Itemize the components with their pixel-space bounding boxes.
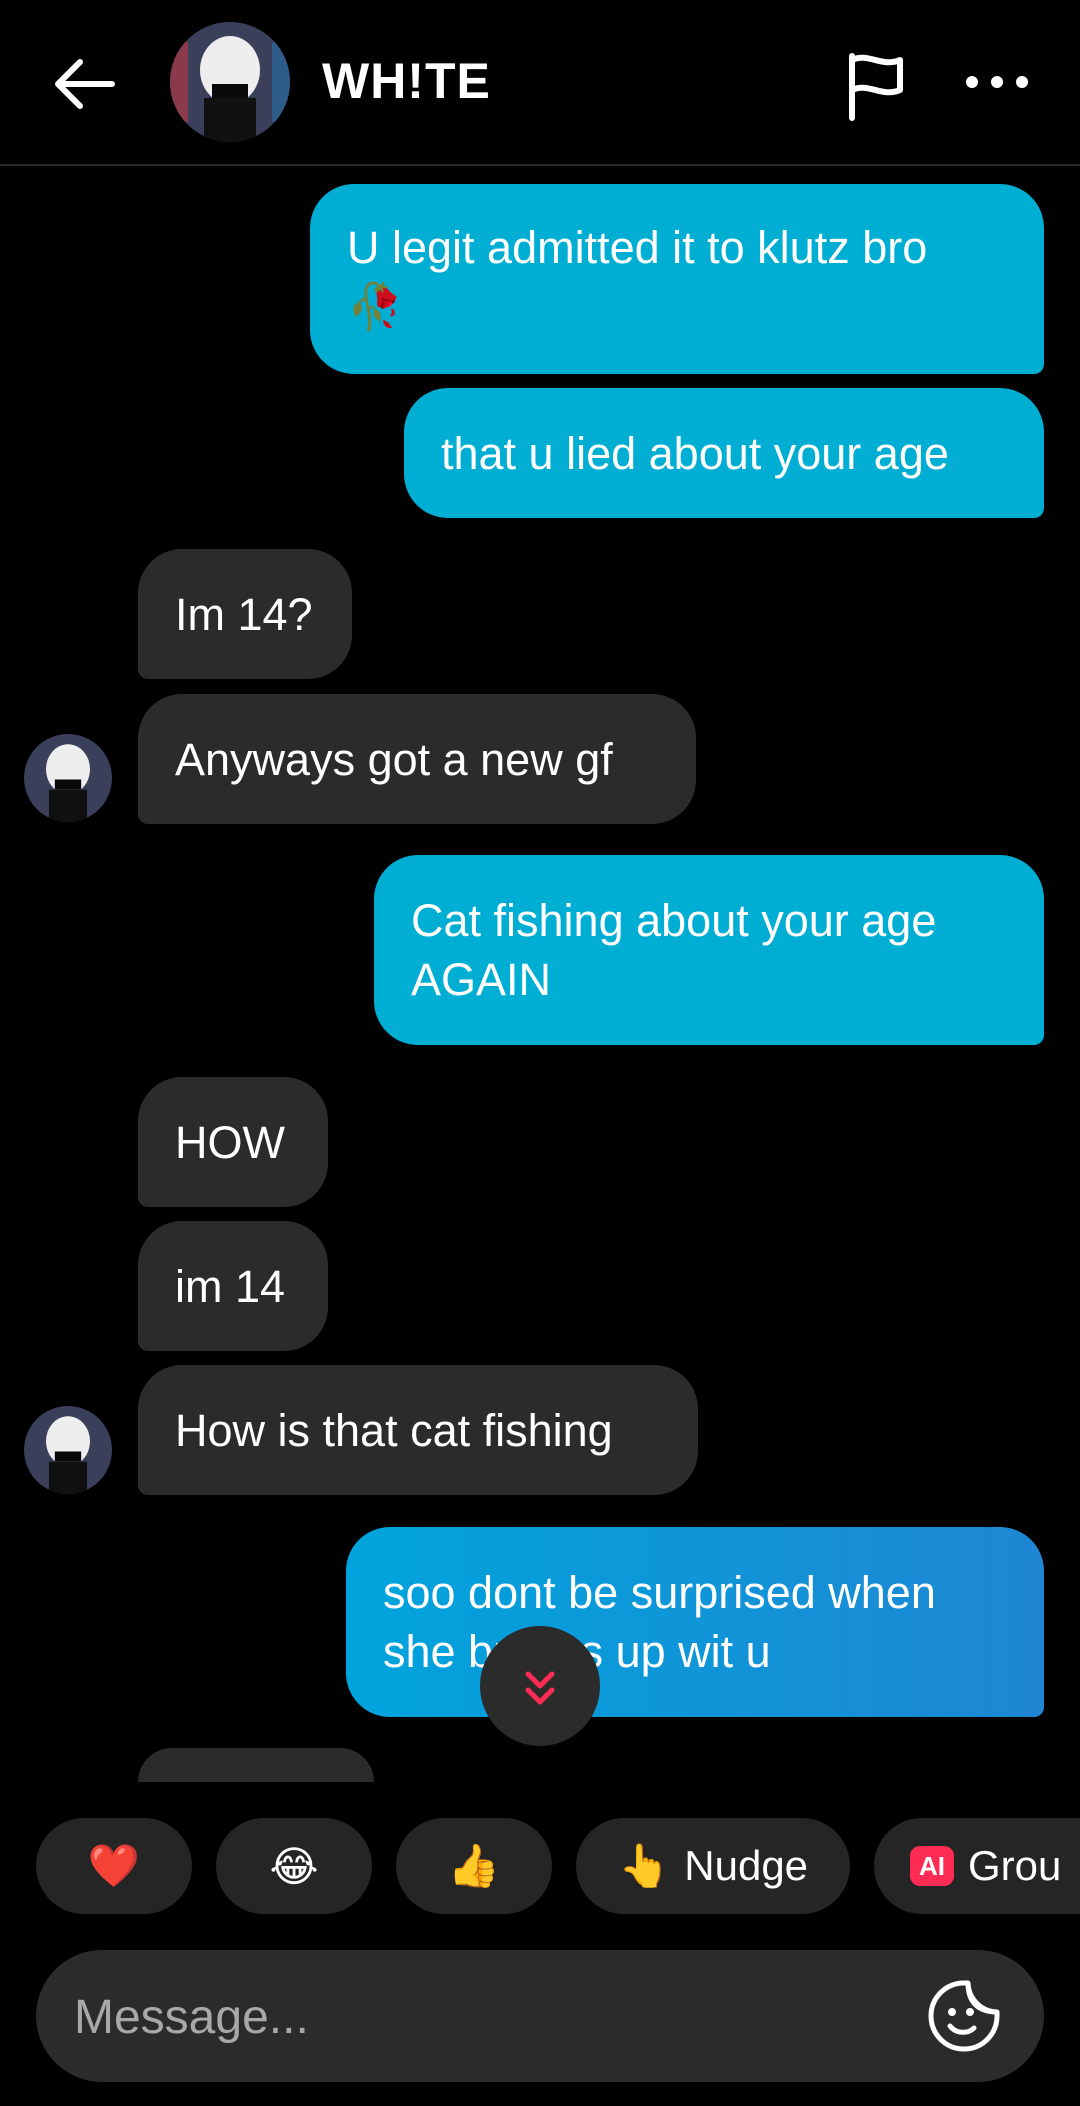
message-text: Anyways got a new gf: [175, 734, 613, 785]
message-bubble-incoming[interactable]: Im 14?: [138, 549, 352, 679]
message-bubble-outgoing[interactable]: soo dont be surprised when she breaks up…: [346, 1527, 1044, 1717]
laughing-face-icon: 😂: [269, 1842, 319, 1890]
wilted-rose-emoji: 🥀: [347, 281, 404, 332]
reaction-thumbs-up-button[interactable]: 👍: [396, 1818, 552, 1914]
back-arrow-icon[interactable]: [48, 48, 120, 120]
chat-header: WH!TE: [0, 0, 1080, 166]
message-text: U legit admitted it to klutz bro: [347, 222, 928, 273]
message-input[interactable]: [72, 1980, 896, 2054]
avatar[interactable]: [170, 22, 290, 142]
ai-group-button[interactable]: AI Grou: [874, 1818, 1080, 1914]
message-bubble-outgoing[interactable]: that u lied about your age: [404, 388, 1044, 518]
message-bubble-outgoing[interactable]: Cat fishing about your age AGAIN: [374, 855, 1044, 1045]
message-bubble-incoming[interactable]: im 14: [138, 1221, 328, 1351]
message-text: soo dont be surprised when: [383, 1567, 936, 1618]
more-icon[interactable]: [962, 58, 1032, 106]
sticker-icon[interactable]: [926, 1978, 1002, 2054]
message-bubble-outgoing[interactable]: U legit admitted it to klutz bro 🥀: [310, 184, 1044, 374]
pointing-hand-icon: 👆: [617, 1841, 671, 1889]
message-text: she breaks up wit u: [383, 1626, 771, 1677]
message-text: AGAIN: [411, 954, 552, 1005]
scroll-to-bottom-button[interactable]: [480, 1626, 600, 1746]
message-text: How is that cat fishing: [175, 1405, 613, 1456]
message-text: HOW: [175, 1117, 285, 1168]
reaction-laugh-button[interactable]: 😂: [216, 1818, 372, 1914]
avatar[interactable]: [24, 1406, 112, 1494]
message-text: im 14: [175, 1261, 286, 1312]
message-text: that u lied about your age: [441, 428, 949, 479]
thumbs-up-icon: 👍: [447, 1841, 501, 1889]
message-bubble-incoming[interactable]: How is that cat fishing: [138, 1365, 698, 1495]
ai-group-label: Grou: [968, 1842, 1062, 1889]
nudge-label: Nudge: [684, 1842, 809, 1889]
nudge-button[interactable]: 👆 Nudge: [576, 1818, 850, 1914]
message-text: Im 14?: [175, 589, 313, 640]
heart-icon: ❤️: [87, 1841, 141, 1889]
message-bubble-incoming-partial: [138, 1748, 374, 1782]
message-bubble-incoming[interactable]: HOW: [138, 1077, 328, 1207]
message-text: Cat fishing about your age: [411, 895, 937, 946]
page-title[interactable]: WH!TE: [322, 52, 491, 110]
message-composer: [36, 1950, 1044, 2082]
avatar[interactable]: [24, 734, 112, 822]
message-bubble-incoming[interactable]: Anyways got a new gf: [138, 694, 696, 824]
ai-badge-icon: AI: [910, 1846, 954, 1886]
double-chevron-down-icon: [525, 1671, 555, 1705]
reaction-heart-button[interactable]: ❤️: [36, 1818, 192, 1914]
flag-icon[interactable]: [840, 50, 912, 122]
